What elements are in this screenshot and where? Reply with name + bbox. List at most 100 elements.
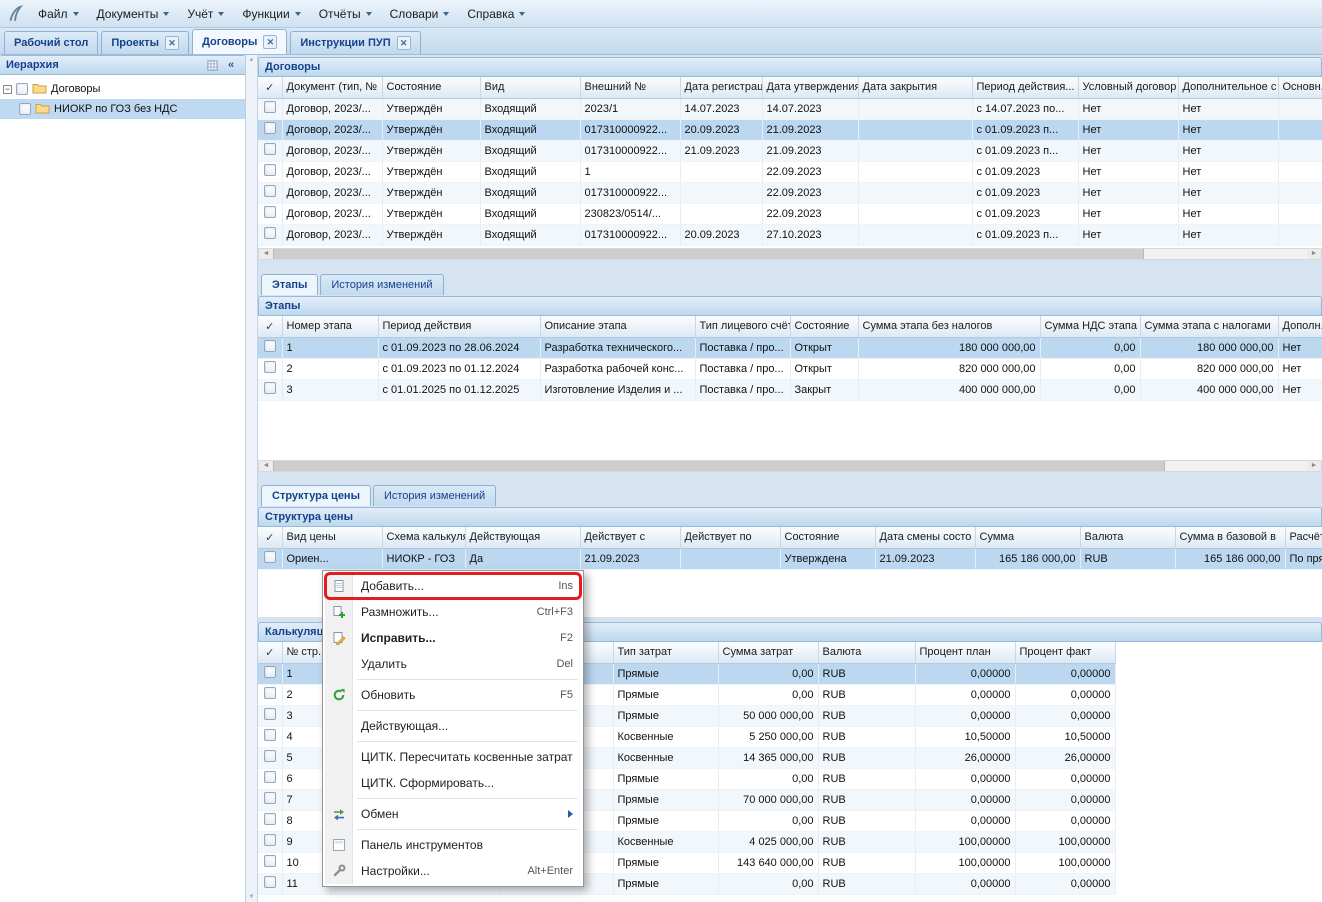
- subtab[interactable]: Этапы: [261, 274, 318, 295]
- column-header[interactable]: Тип лицевого счёт: [695, 316, 790, 337]
- menubar-item[interactable]: Словари: [381, 2, 459, 26]
- subtab[interactable]: Структура цены: [261, 485, 371, 506]
- expander-minus-icon[interactable]: −: [3, 85, 12, 94]
- column-header[interactable]: Номер этапа: [282, 316, 378, 337]
- tab-close-icon[interactable]: ✕: [263, 35, 277, 49]
- main-tab[interactable]: Договоры✕: [192, 29, 287, 54]
- grid-view-icon[interactable]: [204, 58, 220, 72]
- select-all-column-header[interactable]: ✓: [258, 316, 282, 337]
- context-menu-item[interactable]: Действующая...: [325, 713, 581, 739]
- column-header[interactable]: Сумма в базовой в: [1175, 527, 1285, 548]
- column-header[interactable]: Сумма: [975, 527, 1080, 548]
- row-checkbox[interactable]: [264, 361, 276, 373]
- menubar-item[interactable]: Справка: [458, 2, 534, 26]
- select-all-column-header[interactable]: ✓: [258, 527, 282, 548]
- column-header[interactable]: Действует с: [580, 527, 680, 548]
- main-tab[interactable]: Проекты✕: [101, 31, 189, 54]
- context-menu-item[interactable]: Добавить...Ins: [325, 573, 581, 599]
- menubar-item[interactable]: Файл: [29, 2, 88, 26]
- menubar-item[interactable]: Функции: [233, 2, 309, 26]
- context-menu-item[interactable]: Исправить...F2: [325, 625, 581, 651]
- row-checkbox[interactable]: [264, 729, 276, 741]
- row-checkbox[interactable]: [264, 855, 276, 867]
- column-header[interactable]: Валюта: [1080, 527, 1175, 548]
- column-header[interactable]: Сумма этапа без налогов: [858, 316, 1040, 337]
- context-menu-item[interactable]: ЦИТК. Сформировать...: [325, 770, 581, 796]
- tree-node-contracts[interactable]: − Договоры: [0, 79, 245, 99]
- select-all-column-header[interactable]: ✓: [258, 77, 282, 98]
- column-header[interactable]: Внешний №: [580, 77, 680, 98]
- column-header[interactable]: Дата утверждения: [762, 77, 858, 98]
- column-header[interactable]: Действующая: [465, 527, 580, 548]
- tab-close-icon[interactable]: ✕: [165, 36, 179, 50]
- scroll-right-arrow-icon[interactable]: ►: [1307, 461, 1321, 471]
- tree-node-checkbox[interactable]: [19, 103, 31, 115]
- column-header[interactable]: Действует по: [680, 527, 780, 548]
- column-header[interactable]: Состояние: [382, 77, 480, 98]
- menubar-item[interactable]: Отчёты: [310, 2, 381, 26]
- column-header[interactable]: Сумма затрат: [718, 642, 818, 663]
- select-all-column-header[interactable]: ✓: [258, 642, 282, 663]
- context-menu-item[interactable]: Обмен: [325, 801, 581, 827]
- row-checkbox[interactable]: [264, 206, 276, 218]
- column-header[interactable]: Тип затрат: [613, 642, 718, 663]
- row-checkbox[interactable]: [264, 813, 276, 825]
- column-header[interactable]: Период действия...: [972, 77, 1078, 98]
- column-header[interactable]: Валюта: [818, 642, 915, 663]
- row-checkbox[interactable]: [264, 551, 276, 563]
- row-checkbox[interactable]: [264, 771, 276, 783]
- row-checkbox[interactable]: [264, 750, 276, 762]
- column-header[interactable]: Сумма этапа с налогами: [1140, 316, 1278, 337]
- context-menu-item[interactable]: Размножить...Ctrl+F3: [325, 599, 581, 625]
- main-tab[interactable]: Рабочий стол: [4, 31, 98, 54]
- column-header[interactable]: Состояние: [790, 316, 858, 337]
- tab-close-icon[interactable]: ✕: [397, 36, 411, 50]
- column-header[interactable]: Схема калькуляци: [382, 527, 465, 548]
- row-checkbox[interactable]: [264, 876, 276, 888]
- tree-node-checkbox[interactable]: [16, 83, 28, 95]
- table-row[interactable]: Договор, 2023/...УтверждёнВходящий230823…: [258, 203, 1322, 224]
- scroll-left-arrow-icon[interactable]: ◄: [259, 461, 273, 471]
- scrollbar-thumb[interactable]: [273, 461, 1165, 471]
- subtab[interactable]: История изменений: [320, 274, 443, 295]
- table-row[interactable]: 1с 01.09.2023 по 28.06.2024Разработка те…: [258, 337, 1322, 358]
- row-checkbox[interactable]: [264, 340, 276, 352]
- subtab[interactable]: История изменений: [373, 485, 496, 506]
- row-checkbox[interactable]: [264, 143, 276, 155]
- table-row[interactable]: Договор, 2023/...УтверждёнВходящий017310…: [258, 224, 1322, 245]
- row-checkbox[interactable]: [264, 227, 276, 239]
- context-menu-item[interactable]: УдалитьDel: [325, 651, 581, 677]
- context-menu-item[interactable]: ЦИТК. Пересчитать косвенные затраты...: [325, 744, 581, 770]
- column-header[interactable]: Сумма НДС этапа: [1040, 316, 1140, 337]
- table-row[interactable]: Договор, 2023/...УтверждёнВходящий122.09…: [258, 161, 1322, 182]
- row-checkbox[interactable]: [264, 185, 276, 197]
- context-menu-item[interactable]: Панель инструментов: [325, 832, 581, 858]
- table-row[interactable]: 3с 01.01.2025 по 01.12.2025Изготовление …: [258, 379, 1322, 400]
- menubar-item[interactable]: Документы: [88, 2, 179, 26]
- column-header[interactable]: Состояние: [780, 527, 875, 548]
- table-row[interactable]: Договор, 2023/...УтверждёнВходящий2023/1…: [258, 98, 1322, 119]
- contracts-horizontal-scrollbar[interactable]: ◄ ►: [258, 248, 1322, 260]
- row-checkbox[interactable]: [264, 708, 276, 720]
- column-header[interactable]: Вид: [480, 77, 580, 98]
- row-checkbox[interactable]: [264, 122, 276, 134]
- column-header[interactable]: Документ (тип, №: [282, 77, 382, 98]
- row-checkbox[interactable]: [264, 164, 276, 176]
- scroll-left-arrow-icon[interactable]: ◄: [259, 249, 273, 259]
- scroll-up-arrow-icon[interactable]: ▲: [249, 57, 255, 63]
- row-checkbox[interactable]: [264, 101, 276, 113]
- column-header[interactable]: Вид цены: [282, 527, 382, 548]
- collapse-panel-icon[interactable]: «: [223, 58, 239, 72]
- table-row[interactable]: Договор, 2023/...УтверждёнВходящий017310…: [258, 182, 1322, 203]
- stages-horizontal-scrollbar[interactable]: ◄ ►: [258, 460, 1322, 472]
- column-header[interactable]: Дата смены состо: [875, 527, 975, 548]
- scroll-right-arrow-icon[interactable]: ►: [1307, 249, 1321, 259]
- row-checkbox[interactable]: [264, 666, 276, 678]
- column-header[interactable]: Дата закрытия: [858, 77, 972, 98]
- column-header[interactable]: Дата регистрации: [680, 77, 762, 98]
- table-row[interactable]: Договор, 2023/...УтверждёнВходящий017310…: [258, 140, 1322, 161]
- row-checkbox[interactable]: [264, 792, 276, 804]
- column-header[interactable]: Дополн...: [1278, 316, 1322, 337]
- column-header[interactable]: Основн...: [1278, 77, 1322, 98]
- context-menu-item[interactable]: Настройки...Alt+Enter: [325, 858, 581, 884]
